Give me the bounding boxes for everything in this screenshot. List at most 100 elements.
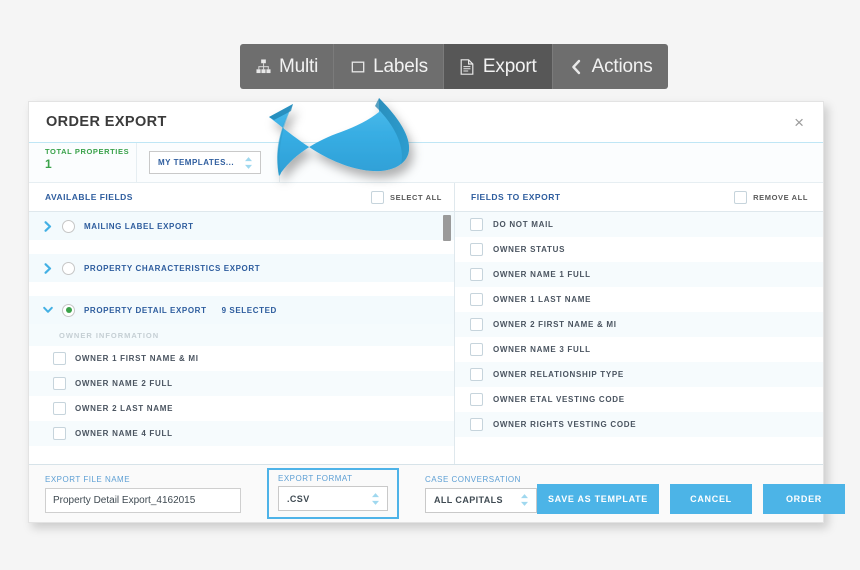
available-field-label: OWNER 1 FIRST NAME & MI	[75, 354, 199, 363]
export-field-checkbox[interactable]	[470, 393, 483, 406]
tab-actions-label: Actions	[591, 55, 653, 77]
group-label: MAILING LABEL EXPORT	[84, 221, 194, 231]
save-as-template-button[interactable]: SAVE AS TEMPLATE	[537, 483, 659, 514]
case-conversation-select[interactable]: ALL CAPITALS	[425, 487, 537, 513]
section-label: OWNER INFORMATION	[59, 330, 160, 340]
group-row-property-characteristics-export[interactable]: PROPERTY CHARACTERISTICS EXPORT	[29, 254, 454, 282]
available-field-checkbox[interactable]	[53, 402, 66, 415]
chevron-right-icon[interactable]	[43, 220, 53, 232]
export-field-row[interactable]: OWNER NAME 1 FULL	[455, 262, 823, 287]
export-field-label: OWNER NAME 3 FULL	[493, 345, 591, 354]
export-field-checkbox[interactable]	[470, 243, 483, 256]
available-fields-scrollbar-thumb[interactable]	[443, 215, 451, 241]
export-field-label: OWNER STATUS	[493, 245, 566, 254]
export-field-label: OWNER RIGHTS VESTING CODE	[493, 420, 637, 429]
export-field-label: OWNER ETAL VESTING CODE	[493, 395, 625, 404]
export-format-label: EXPORT FORMAT	[278, 474, 353, 483]
select-all-label: SELECT ALL	[390, 192, 442, 202]
remove-all-checkbox[interactable]	[734, 190, 748, 204]
export-field-label: OWNER 1 LAST NAME	[493, 295, 592, 304]
group-label: PROPERTY DETAIL EXPORT	[84, 305, 207, 315]
order-button[interactable]: ORDER	[763, 483, 845, 514]
group-radio-property-detail-export[interactable]	[62, 303, 75, 317]
available-field-label: OWNER NAME 2 FULL	[75, 379, 173, 388]
templates-block: MY TEMPLATES...	[137, 143, 280, 182]
section-owner-information: OWNER INFORMATION	[29, 324, 454, 346]
fields-to-export-header: FIELDS TO EXPORT REMOVE ALL	[455, 183, 823, 211]
panels-header: AVAILABLE FIELDS SELECT ALL FIELDS TO EX…	[29, 183, 823, 212]
export-field-checkbox[interactable]	[470, 218, 483, 231]
export-field-checkbox[interactable]	[470, 343, 483, 356]
tab-actions[interactable]: Actions	[552, 44, 668, 89]
stepper-icon	[520, 494, 529, 507]
tab-multi[interactable]: Multi	[240, 44, 335, 89]
remove-all-label: REMOVE ALL	[753, 192, 808, 202]
available-field-checkbox[interactable]	[53, 377, 66, 390]
export-field-row[interactable]: OWNER 2 FIRST NAME & MI	[455, 312, 823, 337]
export-format-value: .CSV	[287, 493, 310, 504]
export-field-checkbox[interactable]	[470, 418, 483, 431]
stepper-icon	[244, 156, 253, 169]
select-all-checkbox[interactable]	[371, 190, 385, 204]
export-field-checkbox[interactable]	[470, 318, 483, 331]
export-file-name-label: EXPORT FILE NAME	[45, 474, 131, 484]
tab-export-label: Export	[482, 55, 537, 77]
export-field-row[interactable]: OWNER RELATIONSHIP TYPE	[455, 362, 823, 387]
export-format-select[interactable]: .CSV	[278, 486, 388, 511]
remove-all-control[interactable]: REMOVE ALL	[734, 190, 808, 204]
my-templates-select[interactable]: MY TEMPLATES...	[149, 151, 261, 174]
available-field-checkbox[interactable]	[53, 427, 66, 440]
available-field-checkbox[interactable]	[53, 352, 66, 365]
group-spacer	[29, 240, 454, 254]
export-field-row[interactable]: DO NOT MAIL	[455, 212, 823, 237]
available-field-label: OWNER NAME 4 FULL	[75, 429, 173, 438]
tab-labels[interactable]: Labels	[334, 44, 444, 89]
export-field-label: OWNER 2 FIRST NAME & MI	[493, 320, 617, 329]
case-conversation-value: ALL CAPITALS	[434, 495, 503, 505]
chevron-down-icon[interactable]	[43, 306, 53, 314]
group-label: PROPERTY CHARACTERISTICS EXPORT	[84, 263, 261, 273]
available-fields-title: AVAILABLE FIELDS	[45, 192, 133, 202]
available-field-label: OWNER 2 LAST NAME	[75, 404, 174, 413]
export-field-row[interactable]: OWNER NAME 3 FULL	[455, 337, 823, 362]
group-row-mailing-label-export[interactable]: MAILING LABEL EXPORT	[29, 212, 454, 240]
total-properties-label: TOTAL PROPERTIES	[45, 147, 130, 156]
available-fields-header: AVAILABLE FIELDS SELECT ALL	[29, 183, 455, 211]
org-chart-icon	[255, 58, 272, 75]
available-field-row[interactable]: OWNER NAME 2 FULL	[29, 371, 454, 396]
panels-body: MAILING LABEL EXPORT PROPERTY CHARACTERI…	[29, 212, 823, 464]
cancel-button[interactable]: CANCEL	[670, 483, 752, 514]
select-all-control[interactable]: SELECT ALL	[371, 190, 442, 204]
export-field-checkbox[interactable]	[470, 368, 483, 381]
group-radio-mailing-label-export[interactable]	[62, 219, 75, 233]
stepper-icon	[371, 492, 380, 505]
export-file-name-input[interactable]	[45, 487, 241, 513]
export-field-label: OWNER NAME 1 FULL	[493, 270, 591, 279]
close-icon[interactable]: ×	[791, 112, 807, 133]
export-field-row[interactable]: OWNER 1 LAST NAME	[455, 287, 823, 312]
available-fields-scrollbar-track[interactable]	[443, 212, 451, 464]
available-fields-panel: MAILING LABEL EXPORT PROPERTY CHARACTERI…	[29, 212, 455, 464]
export-field-row[interactable]: OWNER ETAL VESTING CODE	[455, 387, 823, 412]
available-field-row[interactable]: OWNER 1 FIRST NAME & MI	[29, 346, 454, 371]
tab-export[interactable]: Export	[443, 44, 553, 89]
export-field-row[interactable]: OWNER RIGHTS VESTING CODE	[455, 412, 823, 437]
chevron-right-icon[interactable]	[43, 262, 53, 274]
available-field-row[interactable]: OWNER NAME 4 FULL	[29, 421, 454, 446]
export-format-group: EXPORT FORMAT .CSV	[267, 468, 399, 519]
export-field-checkbox[interactable]	[470, 293, 483, 306]
export-field-checkbox[interactable]	[470, 268, 483, 281]
fields-to-export-title: FIELDS TO EXPORT	[471, 192, 561, 202]
order-export-dialog: ORDER EXPORT × TOTAL PROPERTIES 1 MY TEM…	[28, 101, 845, 523]
group-row-property-detail-export[interactable]: PROPERTY DETAIL EXPORT 9 SELECTED	[29, 296, 454, 324]
group-radio-property-characteristics-export[interactable]	[62, 261, 75, 275]
chevron-left-icon	[568, 58, 585, 75]
available-field-row[interactable]: OWNER 2 LAST NAME	[29, 396, 454, 421]
group-spacer	[29, 282, 454, 296]
total-properties-value: 1	[45, 157, 52, 171]
square-icon	[349, 58, 366, 75]
tab-labels-label: Labels	[373, 55, 428, 77]
export-field-row[interactable]: OWNER STATUS	[455, 237, 823, 262]
case-conversation-group: CASE CONVERSATION ALL CAPITALS	[425, 475, 537, 513]
tab-multi-label: Multi	[279, 55, 319, 77]
